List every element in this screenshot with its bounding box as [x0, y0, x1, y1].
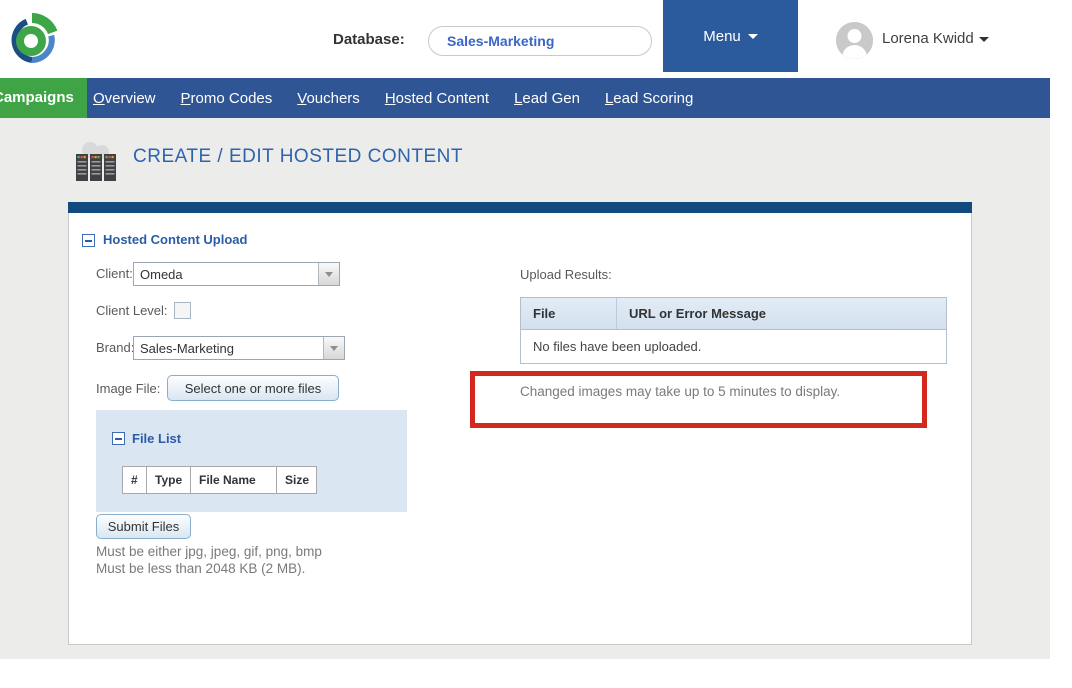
database-value: Sales-Marketing	[447, 33, 554, 49]
top-header: Database: Sales-Marketing Menu Lorena Kw…	[0, 0, 1072, 78]
tab-promo-codes[interactable]: Promo Codes	[181, 90, 273, 107]
tab-hosted-content[interactable]: Hosted Content	[385, 90, 489, 107]
image-delay-notice: Changed images may take up to 5 minutes …	[520, 384, 840, 399]
dropdown-arrow-icon[interactable]	[323, 337, 344, 359]
submit-files-button[interactable]: Submit Files	[96, 514, 191, 539]
file-list-col-type: Type	[147, 466, 191, 494]
user-menu[interactable]: Lorena Kwidd	[882, 30, 989, 47]
chevron-down-icon	[748, 34, 758, 39]
upload-results-header: File URL or Error Message	[521, 298, 946, 330]
select-files-button[interactable]: Select one or more files	[167, 375, 339, 401]
collapse-minus-icon[interactable]	[82, 234, 95, 247]
nav-items: Overview Promo Codes Vouchers Hosted Con…	[93, 78, 693, 118]
image-file-label: Image File:	[96, 381, 160, 396]
tab-lead-scoring[interactable]: Lead Scoring	[605, 90, 693, 107]
client-value: Omeda	[134, 263, 318, 285]
results-col-file: File	[521, 298, 617, 329]
campaigns-navbar: Campaigns Overview Promo Codes Vouchers …	[0, 78, 1050, 118]
file-list-col-number: #	[122, 466, 147, 494]
client-dropdown[interactable]: Omeda	[133, 262, 340, 286]
collapse-minus-icon[interactable]	[112, 432, 125, 445]
upload-results-label: Upload Results:	[520, 267, 612, 282]
page-title: CREATE / EDIT HOSTED CONTENT	[133, 146, 463, 168]
tab-campaigns[interactable]: Campaigns	[0, 78, 87, 118]
menu-label: Menu	[703, 28, 741, 45]
hosted-content-servers-icon	[74, 140, 118, 184]
results-empty-message: No files have been uploaded.	[521, 330, 946, 363]
database-selector[interactable]: Sales-Marketing	[428, 26, 652, 56]
tab-overview[interactable]: Overview	[93, 90, 156, 107]
database-label: Database:	[333, 31, 405, 48]
results-col-url: URL or Error Message	[617, 298, 778, 329]
brand-dropdown[interactable]: Sales-Marketing	[133, 336, 345, 360]
file-size-note: Must be less than 2048 KB (2 MB).	[96, 561, 305, 576]
user-name-label: Lorena Kwidd	[882, 30, 974, 47]
omeda-logo-icon[interactable]	[2, 8, 62, 70]
file-list-panel	[96, 410, 407, 512]
dropdown-arrow-icon[interactable]	[318, 263, 339, 285]
upload-results-table: File URL or Error Message No files have …	[520, 297, 947, 364]
user-avatar[interactable]	[836, 22, 873, 59]
file-list-title: File List	[132, 431, 181, 446]
app-window: Database: Sales-Marketing Menu Lorena Kw…	[0, 0, 1072, 688]
file-list-col-file-name: File Name	[191, 466, 277, 494]
brand-value: Sales-Marketing	[134, 337, 323, 359]
chevron-down-icon	[979, 37, 989, 42]
red-highlight-box	[470, 371, 927, 428]
file-type-note: Must be either jpg, jpeg, gif, png, bmp	[96, 544, 322, 559]
brand-label: Brand:	[96, 340, 134, 355]
tab-lead-gen[interactable]: Lead Gen	[514, 90, 580, 107]
tab-vouchers[interactable]: Vouchers	[297, 90, 360, 107]
section-title-hosted-content-upload: Hosted Content Upload	[103, 232, 247, 247]
panel-top-bar	[68, 202, 972, 213]
client-label: Client:	[96, 266, 133, 281]
client-level-checkbox[interactable]	[174, 302, 191, 319]
file-list-col-size: Size	[277, 466, 317, 494]
file-list-table: # Type File Name Size	[122, 466, 317, 494]
menu-button[interactable]: Menu	[663, 0, 798, 72]
client-level-label: Client Level:	[96, 303, 168, 318]
